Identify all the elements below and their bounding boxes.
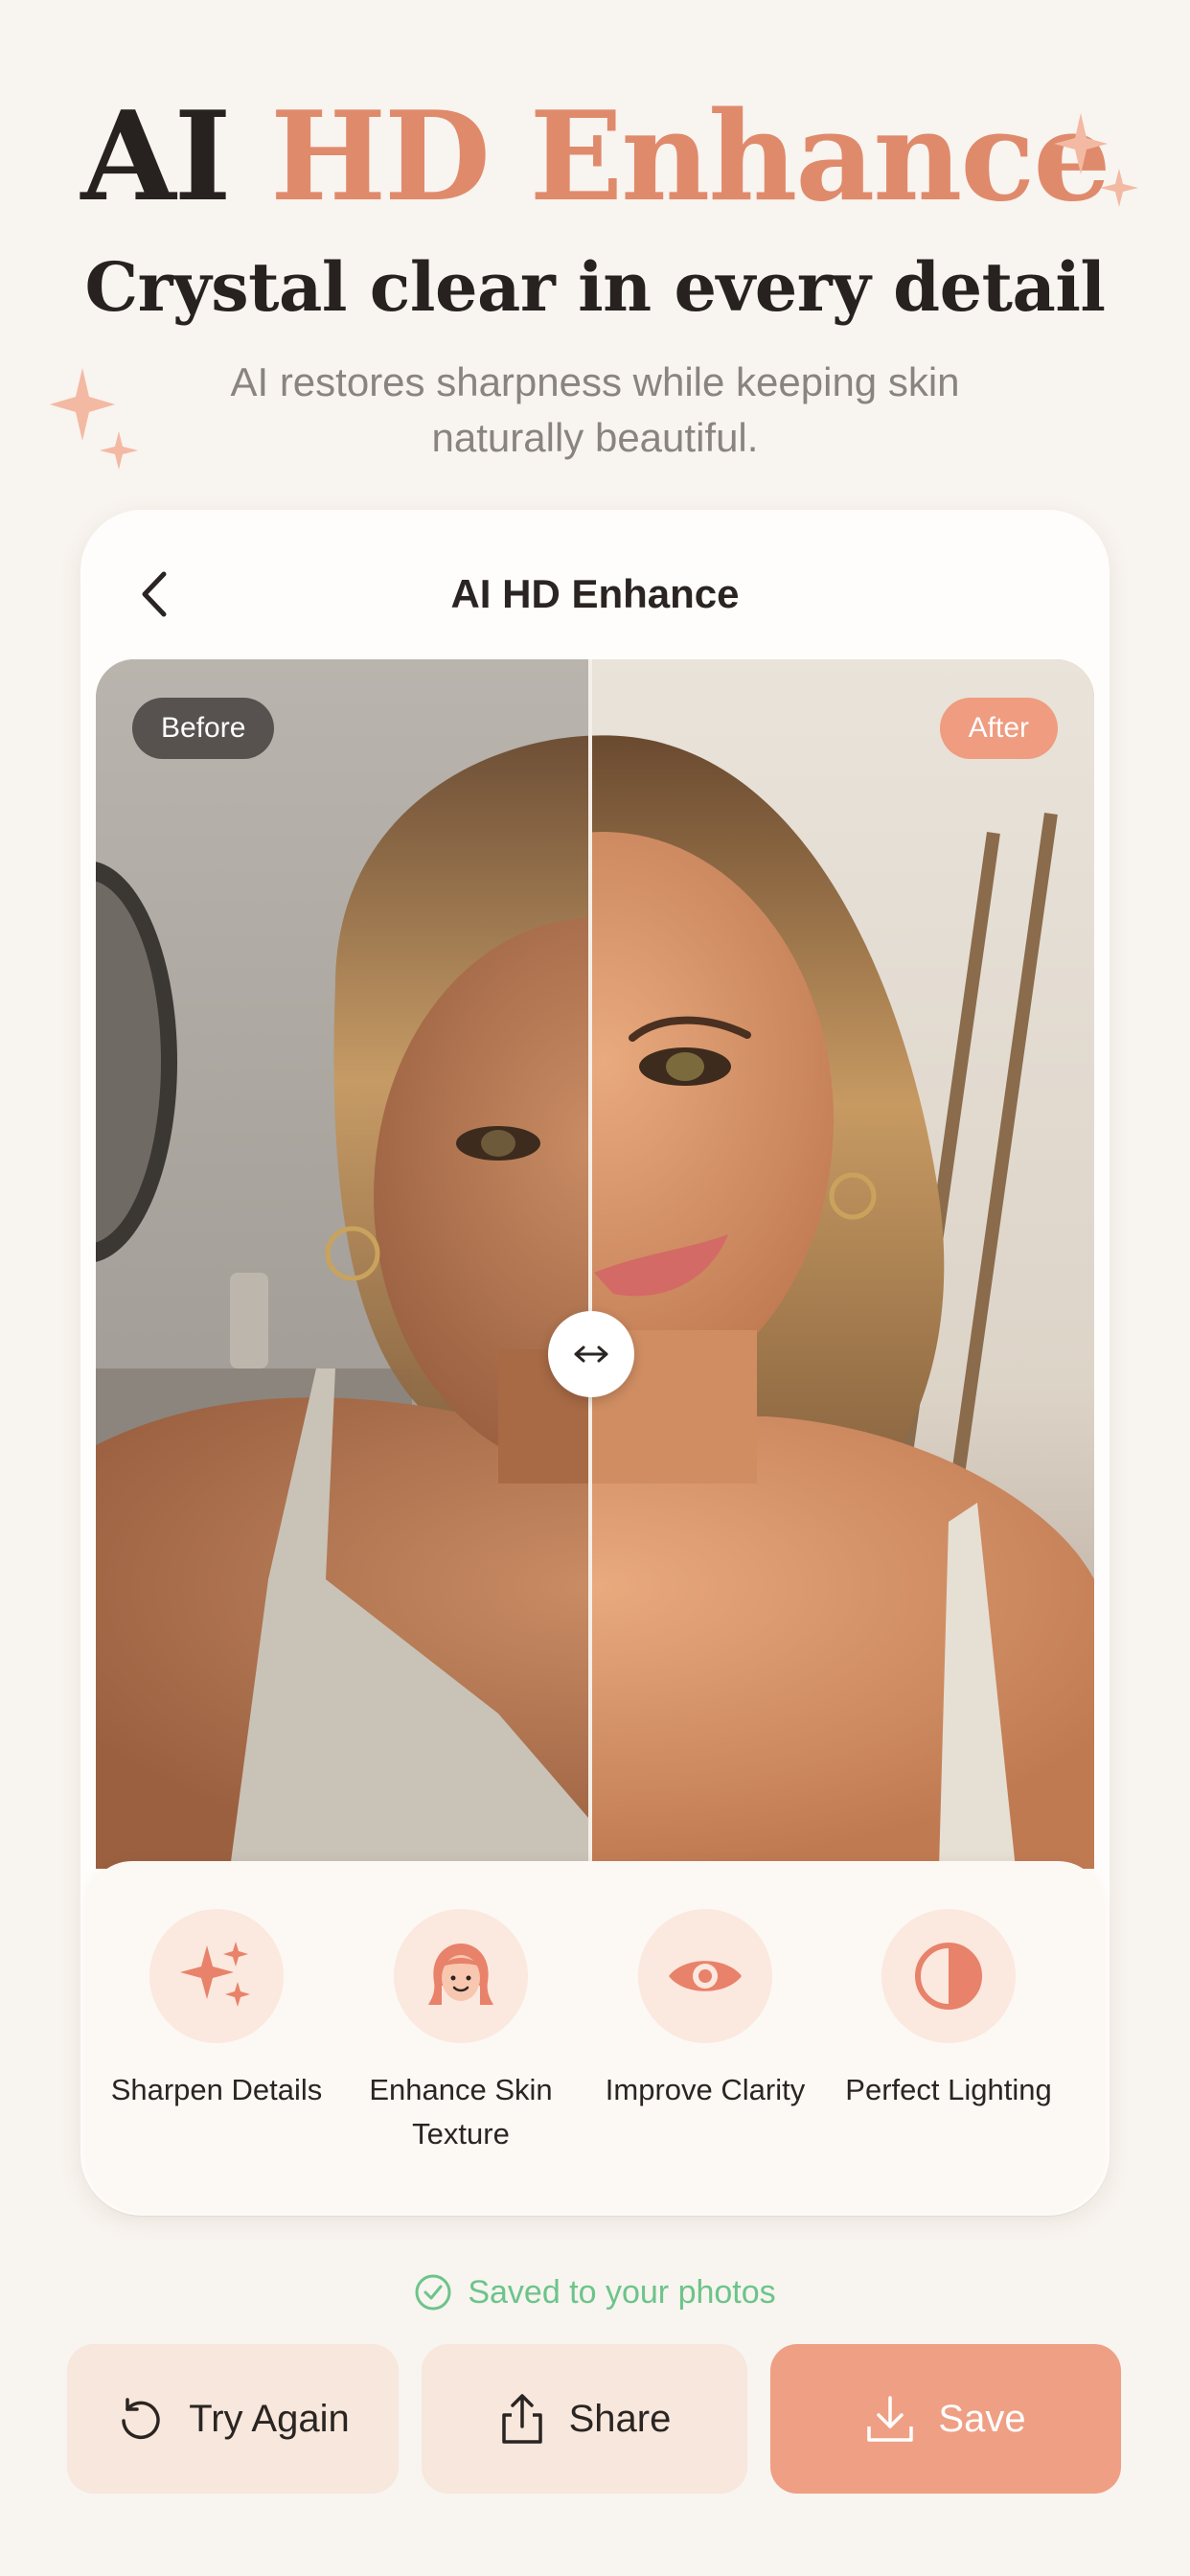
hero-title-dark: AI [80, 85, 231, 229]
share-label: Share [568, 2397, 672, 2440]
download-icon [867, 2396, 914, 2442]
feature-icon-circle [638, 1909, 772, 2043]
hero-description: AI restores sharpness while keeping skin… [230, 359, 960, 460]
sparkle-icon [50, 368, 138, 470]
share-icon [501, 2394, 542, 2444]
try-again-button[interactable]: Try Again [67, 2344, 399, 2494]
feature-icon-circle [149, 1909, 284, 2043]
save-button[interactable]: Save [770, 2344, 1121, 2494]
sparkle-icon [1054, 113, 1138, 207]
feature-enhance-skin-texture[interactable]: Enhance Skin Texture [346, 1909, 576, 2156]
before-after-photo[interactable]: Before After [96, 659, 1094, 1869]
feature-list: Sharpen Details Enhance Skin Texture Imp… [86, 1861, 1104, 2214]
saved-status-text: Saved to your photos [468, 2273, 776, 2311]
portrait-image [96, 659, 1094, 1869]
after-label: After [939, 698, 1058, 759]
saved-status: Saved to your photos [0, 2273, 1190, 2312]
feature-icon-circle [881, 1909, 1016, 2043]
hero-title-accent: HD Enhance [270, 85, 1111, 229]
eye-icon [669, 1961, 742, 1991]
share-button[interactable]: Share [422, 2344, 747, 2494]
feature-perfect-lighting[interactable]: Perfect Lighting [834, 1909, 1064, 2112]
feature-label: Improve Clarity [605, 2073, 806, 2106]
compare-divider[interactable] [588, 659, 592, 1869]
check-circle-icon [415, 2274, 451, 2311]
half-circle-icon [915, 1943, 982, 2010]
editor-title: AI HD Enhance [450, 571, 740, 616]
arrows-horizontal-icon [574, 1346, 608, 1363]
feature-label: Sharpen Details [110, 2073, 323, 2106]
refresh-icon [122, 2398, 160, 2440]
before-label: Before [132, 698, 275, 759]
compare-slider-handle[interactable] [548, 1311, 634, 1397]
feature-label: Enhance Skin Texture [369, 2073, 553, 2150]
feature-icon-circle [394, 1909, 528, 2043]
hero-subtitle: Crystal clear in every detail [84, 247, 1106, 327]
face-icon [428, 1944, 493, 2005]
feature-sharpen-details[interactable]: Sharpen Details [102, 1909, 332, 2112]
sparkles-icon [180, 1942, 250, 2007]
try-again-label: Try Again [189, 2397, 350, 2440]
feature-label: Perfect Lighting [845, 2073, 1052, 2106]
save-label: Save [938, 2397, 1026, 2440]
hero-title: AI HD Enhance [0, 96, 1190, 218]
feature-improve-clarity[interactable]: Improve Clarity [590, 1909, 820, 2112]
